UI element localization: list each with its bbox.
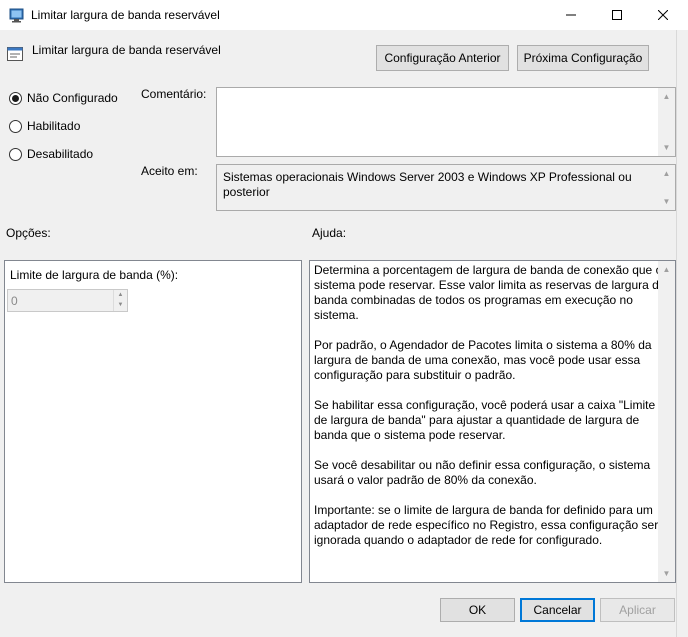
- radio-label: Não Configurado: [27, 91, 118, 105]
- comment-label: Comentário:: [141, 87, 207, 101]
- radio-not-configured[interactable]: Não Configurado: [9, 91, 118, 105]
- scroll-up-icon[interactable]: ▲: [658, 261, 675, 278]
- supported-on-label: Aceito em:: [141, 164, 198, 178]
- comment-textbox[interactable]: ▲ ▼: [216, 87, 676, 157]
- radio-indicator[interactable]: [9, 119, 22, 133]
- help-label: Ajuda:: [312, 226, 347, 240]
- supported-scrollbar[interactable]: ▲ ▼: [658, 165, 675, 210]
- radio-label: Habilitado: [27, 119, 81, 133]
- spin-down-icon[interactable]: ▼: [114, 300, 127, 310]
- supported-on-value: Sistemas operacionais Windows Server 200…: [223, 170, 632, 199]
- bandwidth-limit-value: 0: [11, 294, 18, 308]
- window-title: Limitar largura de banda reservável: [31, 8, 220, 22]
- radio-indicator[interactable]: [9, 147, 22, 161]
- next-setting-button[interactable]: Próxima Configuração: [517, 45, 649, 71]
- radio-enabled[interactable]: Habilitado: [9, 119, 80, 133]
- scroll-down-icon[interactable]: ▼: [658, 193, 675, 210]
- scroll-down-icon[interactable]: ▼: [658, 139, 675, 156]
- help-paragraph: Se você desabilitar ou não definir essa …: [314, 458, 651, 487]
- help-scrollbar[interactable]: ▲ ▼: [658, 261, 675, 582]
- minimize-button[interactable]: [548, 0, 594, 30]
- spinner-buttons[interactable]: ▲ ▼: [113, 290, 127, 311]
- help-panel[interactable]: Determina a porcentagem de largura de ba…: [309, 260, 676, 583]
- policy-setting-icon: [7, 46, 23, 62]
- title-bar: Limitar largura de banda reservável: [0, 0, 688, 30]
- radio-disabled[interactable]: Desabilitado: [9, 147, 93, 161]
- setting-title: Limitar largura de banda reservável: [32, 43, 221, 57]
- radio-label: Desabilitado: [27, 147, 94, 161]
- help-paragraph: Determina a porcentagem de largura de ba…: [314, 263, 666, 322]
- ok-button[interactable]: OK: [440, 598, 515, 622]
- scroll-up-icon[interactable]: ▲: [658, 165, 675, 182]
- bandwidth-limit-label: Limite de largura de banda (%):: [10, 268, 179, 282]
- previous-setting-button[interactable]: Configuração Anterior: [376, 45, 509, 71]
- help-paragraph: Por padrão, o Agendador de Pacotes limit…: [314, 338, 652, 382]
- help-text: Determina a porcentagem de largura de ba…: [314, 263, 671, 563]
- comment-scrollbar[interactable]: ▲ ▼: [658, 88, 675, 156]
- cancel-button[interactable]: Cancelar: [520, 598, 595, 622]
- apply-button[interactable]: Aplicar: [600, 598, 675, 622]
- radio-indicator[interactable]: [9, 91, 22, 105]
- options-label: Opções:: [6, 226, 51, 240]
- help-paragraph: Importante: se o limite de largura de ba…: [314, 503, 665, 547]
- close-button[interactable]: [640, 0, 686, 30]
- background-window-edge: [676, 30, 688, 637]
- policy-settings-icon: [9, 7, 25, 23]
- help-paragraph: Se habilitar essa configuração, você pod…: [314, 398, 656, 442]
- spin-up-icon[interactable]: ▲: [114, 290, 127, 300]
- supported-on-textbox[interactable]: Sistemas operacionais Windows Server 200…: [216, 164, 676, 211]
- maximize-button[interactable]: [594, 0, 640, 30]
- scroll-up-icon[interactable]: ▲: [658, 88, 675, 105]
- scroll-down-icon[interactable]: ▼: [658, 565, 675, 582]
- bandwidth-limit-spinner[interactable]: 0 ▲ ▼: [7, 289, 128, 312]
